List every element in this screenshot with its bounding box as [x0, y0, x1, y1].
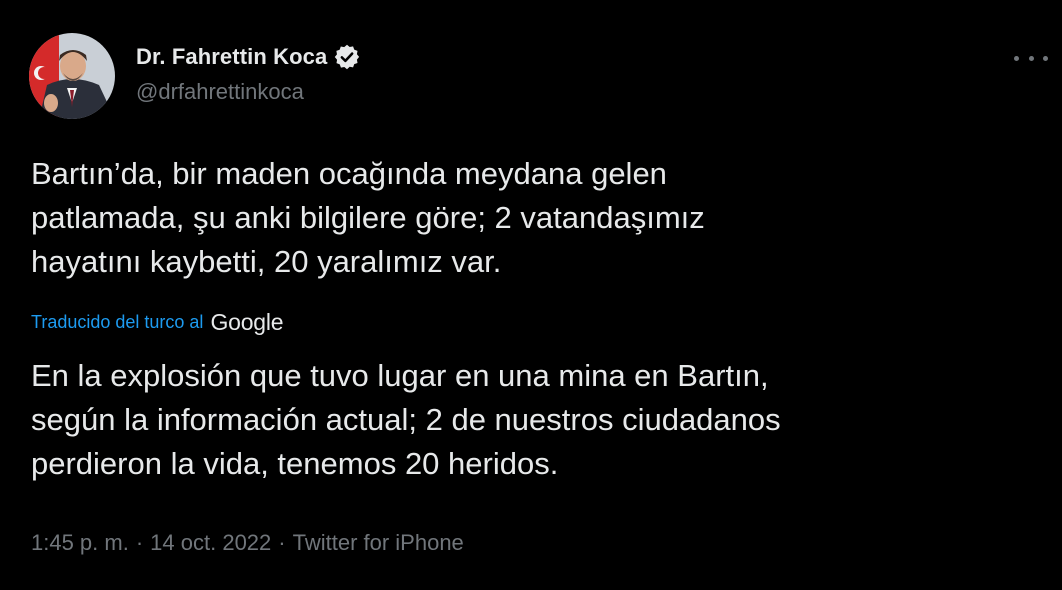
- more-options-icon[interactable]: [1014, 52, 1048, 64]
- author-handle[interactable]: @drfahrettinkoca: [136, 79, 304, 105]
- avatar-photo: [29, 33, 115, 119]
- translation-label[interactable]: Traducido del turco al: [31, 312, 203, 333]
- translation-attribution: Traducido del turco al Google: [31, 308, 284, 336]
- tweet-source[interactable]: Twitter for iPhone: [293, 530, 464, 556]
- author-name-row: Dr. Fahrettin Koca: [136, 42, 361, 72]
- verified-badge-icon: [333, 43, 361, 71]
- author-display-name[interactable]: Dr. Fahrettin Koca: [136, 44, 327, 70]
- meta-separator: ·: [135, 530, 144, 555]
- tweet-metadata: 1:45 p. m. · 14 oct. 2022 · Twitter for …: [31, 530, 464, 556]
- tweet-time[interactable]: 1:45 p. m.: [31, 530, 129, 556]
- tweet-translated-text: En la explosión que tuvo lugar en una mi…: [31, 358, 781, 481]
- meta-separator: ·: [278, 530, 286, 555]
- google-logo: Google: [210, 308, 284, 335]
- avatar[interactable]: [29, 33, 115, 119]
- tweet-original-text: Bartın’da, bir maden ocağında meydana ge…: [31, 156, 705, 279]
- tweet-card: Dr. Fahrettin Koca @drfahrettinkoca Bart…: [0, 0, 1062, 590]
- tweet-date[interactable]: 14 oct. 2022: [150, 530, 271, 556]
